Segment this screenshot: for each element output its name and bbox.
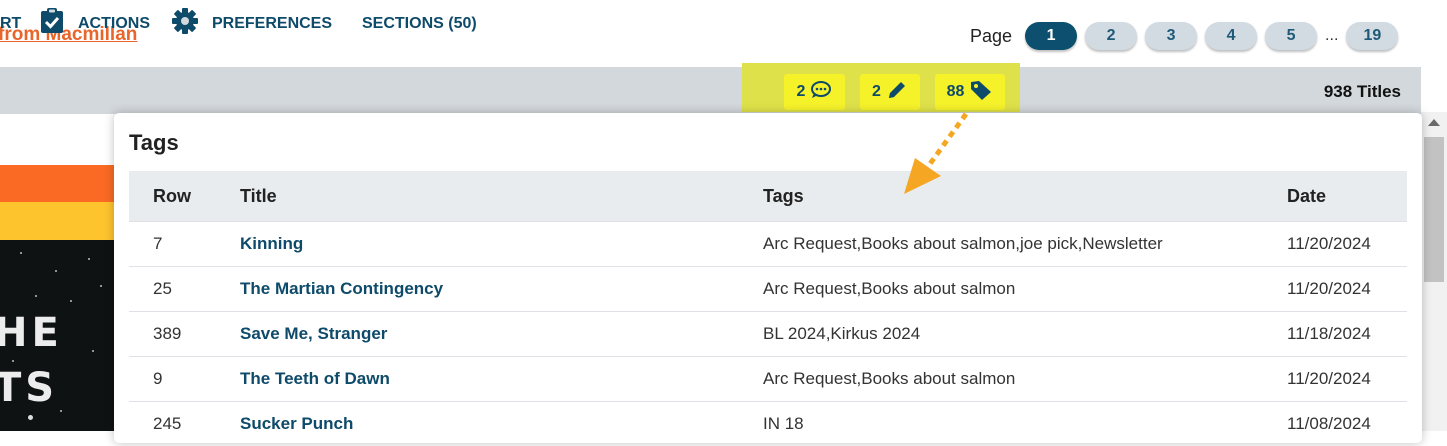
annotation-arrow — [904, 112, 969, 194]
